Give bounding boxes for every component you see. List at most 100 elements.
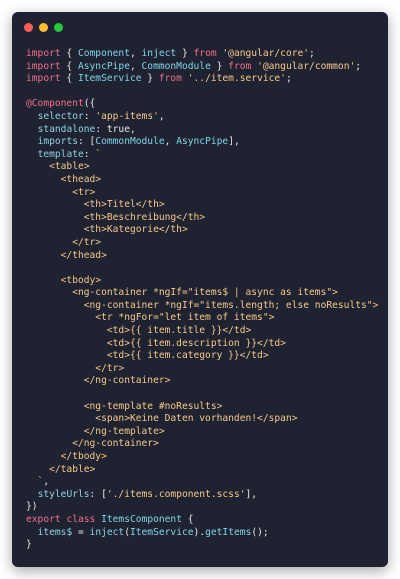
code-token: <td>{{ item.title }}</td> (26, 325, 252, 337)
code-token: <td>{{ item.description }}</td> (26, 337, 286, 349)
code-line: }) (26, 501, 378, 514)
code-token: </ng-template> (26, 425, 165, 437)
code-token: './items.component.scss' (106, 488, 246, 500)
code-token: ). (193, 526, 206, 538)
code-token: } (26, 539, 32, 551)
code-line: `, (26, 476, 378, 489)
code-line: <tr> (26, 187, 378, 200)
code-token: ItemService (77, 73, 142, 85)
code-token: <ng-template #noResults> (26, 400, 223, 412)
code-token: items$ (37, 526, 73, 538)
code-token: class (66, 513, 96, 525)
code-token: { (60, 48, 78, 59)
code-token: </thead> (26, 249, 107, 261)
code-token: AsyncPipe (77, 60, 130, 72)
code-line: styleUrls: ['./items.component.scss'], (26, 489, 378, 502)
code-token: <th>Kategorie</th> (26, 224, 188, 236)
code-token: styleUrls (37, 488, 90, 500)
code-line: <td>{{ item.category }}</td> (26, 350, 378, 363)
maximize-window-button[interactable] (54, 23, 63, 32)
code-token: : (83, 110, 96, 122)
code-token: } (210, 60, 229, 72)
code-token: <thead> (26, 173, 102, 185)
code-line: } (26, 539, 378, 552)
code-token: ItemService (129, 526, 194, 538)
code-token: , (129, 48, 142, 59)
code-token: </ng-container> (26, 438, 159, 450)
code-token: <th>Beschreibung</th> (26, 211, 206, 223)
code-line: <td>{{ item.description }}</td> (26, 338, 378, 351)
code-line: <th>Kategorie</th> (26, 224, 378, 237)
code-token: <th>Titel</th> (26, 199, 165, 211)
code-window: import { Component, inject } from '@angu… (12, 12, 388, 567)
code-line: template: ` (26, 149, 378, 162)
code-token: <tr> (26, 186, 96, 198)
code-token: export (26, 513, 61, 525)
code-token: imports (37, 136, 78, 148)
code-token: <tbody> (26, 274, 102, 286)
code-line: <th>Titel</th> (26, 199, 378, 212)
code-token: CommonModule (141, 60, 211, 72)
code-token: @Component (26, 98, 84, 110)
code-token: ` (26, 476, 44, 488)
code-line: </table> (26, 464, 378, 477)
code-token: </table> (26, 463, 96, 475)
code-token: inject (141, 48, 177, 59)
code-token: ], (245, 488, 258, 500)
code-token: ; (309, 48, 315, 59)
code-token: <ng-container *ngIf="items.length; else … (26, 299, 379, 311)
code-line: <td>{{ item.title }}</td> (26, 325, 378, 338)
code-line: standalone: true, (26, 124, 378, 137)
code-line: <tr *ngFor="let item of items"> (26, 312, 378, 325)
code-line: <table> (26, 161, 378, 174)
code-token: from (193, 48, 217, 59)
code-token: import (26, 48, 61, 59)
code-token: '../item.service' (187, 73, 286, 85)
close-window-button[interactable] (24, 23, 33, 32)
code-line: </ng-container> (26, 375, 378, 388)
code-token: { (60, 60, 78, 72)
code-token: getItems (205, 526, 252, 538)
code-line: <th>Beschreibung</th> (26, 212, 378, 225)
code-token: from (228, 60, 252, 72)
code-token: AsyncPipe (176, 136, 229, 148)
code-line: <ng-container *ngIf="items.length; else … (26, 299, 379, 313)
code-token: 'app-items' (95, 110, 159, 122)
code-token: ; (355, 60, 362, 72)
code-token: </tr> (26, 236, 102, 248)
minimize-window-button[interactable] (39, 23, 48, 32)
code-token: '@angular/common' (257, 60, 356, 72)
code-token: : [ (89, 488, 107, 500)
code-token: = (72, 526, 90, 538)
code-token: inject (89, 526, 125, 538)
code-token: import (26, 73, 61, 85)
code-token: <ng-container *ngIf="items$ | async as i… (26, 287, 338, 299)
code-line: <thead> (26, 174, 378, 187)
code-line: </thead> (26, 250, 378, 263)
code-token: </tbody> (26, 451, 107, 462)
code-line: </ng-template> (26, 426, 378, 439)
code-token: standalone (37, 123, 96, 135)
code-token: selector (37, 110, 84, 122)
code-line: </tr> (26, 237, 378, 250)
code-token: (); (251, 526, 269, 538)
code-line: items$ = inject(ItemService).getItems(); (26, 527, 378, 540)
code-token: , (158, 110, 165, 122)
code-token: { (181, 513, 194, 525)
code-token: ], (228, 136, 240, 148)
code-line: <ng-template #noResults> (26, 401, 378, 414)
code-token: <table> (26, 161, 90, 173)
code-line: import { AsyncPipe, CommonModule } from … (26, 61, 378, 74)
code-line: import { Component, inject } from '@angu… (26, 48, 378, 61)
code-line: import { ItemService } from '../item.ser… (26, 73, 378, 86)
code-line: <tbody> (26, 275, 378, 288)
